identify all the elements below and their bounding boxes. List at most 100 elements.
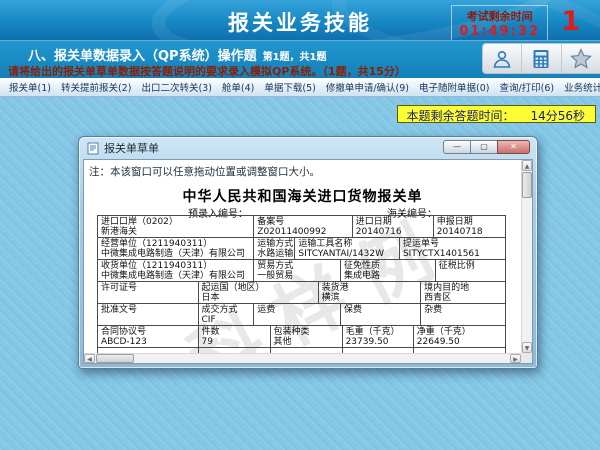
favorite-button[interactable]: [562, 44, 600, 73]
exam-timer-label: 考试剩余时间: [459, 8, 540, 24]
form-cell: 杂费: [421, 304, 505, 325]
field-label: 贸易方式: [257, 261, 337, 271]
field-label: 征免性质: [344, 261, 432, 271]
field-value: 新港海关: [101, 227, 250, 237]
user-icon: [492, 49, 512, 69]
field-label: 进口日期: [356, 217, 430, 227]
form-cell: 收货单位（1211940311）中微集成电路制造（天津）有限公司: [98, 260, 254, 281]
field-label: 起运国（地区）: [202, 283, 315, 293]
window-body: 科样例 注：本该窗口可以任意拖动位置或调整窗口大小。 中华人民共和国海关进口货物…: [83, 159, 533, 364]
field-value: 20140718: [437, 227, 502, 237]
calculator-icon: [532, 49, 550, 69]
form-cell: 境内目的地西青区: [421, 282, 505, 303]
scroll-up-icon[interactable]: ▲: [522, 160, 532, 171]
form-cell: 贸易方式一般贸易: [254, 260, 341, 281]
question-timer-label: 本题剩余答题时间：: [406, 109, 514, 123]
close-button[interactable]: ✕: [497, 140, 530, 154]
field-label: 装货港: [322, 283, 418, 293]
field-label: 许可证号: [101, 283, 195, 293]
form-row: 许可证号起运国（地区）日本装货港横滨境内目的地西青区: [98, 282, 505, 304]
field-label: 批准文号: [101, 305, 195, 315]
scroll-right-icon[interactable]: ▶: [510, 354, 521, 363]
user-button[interactable]: [483, 44, 522, 73]
field-label: 运费: [257, 305, 337, 315]
app-header: 报关业务技能 考试剩余时间 01:49:32 1: [0, 0, 600, 40]
field-label: 件数: [202, 327, 267, 337]
form-cell: 运输方式水路运输: [254, 238, 295, 259]
field-value: CIF: [202, 315, 251, 325]
form-row: 收货单位（1211940311）中微集成电路制造（天津）有限公司贸易方式一般贸易…: [98, 260, 505, 282]
field-value: 中微集成电路制造（天津）有限公司: [101, 271, 250, 281]
exam-timer: 考试剩余时间 01:49:32: [451, 5, 548, 40]
field-value: 20140716: [356, 227, 430, 237]
field-value: 其他: [274, 337, 339, 347]
form-cell: 件数79: [199, 326, 271, 347]
field-label: 净重（千克）: [417, 327, 502, 337]
scroll-left-icon[interactable]: ◀: [84, 354, 95, 363]
form-cell: 净重（千克）22649.50: [414, 326, 505, 347]
horizontal-scrollbar[interactable]: ◀ ▶: [84, 353, 521, 363]
form-cell: 备案号Z02011400992: [254, 216, 352, 237]
document-icon: [87, 142, 99, 155]
toolbar-icon-panel: [482, 43, 600, 74]
window-title-bar[interactable]: 报关单草单 — ▢ ✕: [79, 137, 537, 159]
field-label: 成交方式: [202, 305, 251, 315]
star-icon: [570, 48, 592, 69]
form-cell: 征税比例: [436, 260, 505, 281]
field-value: SITCYANTAI/1432W: [298, 249, 396, 259]
window-note: 注：本该窗口可以任意拖动位置或调整窗口大小。: [89, 164, 320, 179]
menu-item[interactable]: 电子随附单据(0): [414, 80, 494, 94]
task-bar: 八、报关单数据录入（QP系统）操作题第1题，共1题 请将给出的报关单草单数据按答…: [0, 40, 600, 78]
field-label: 收货单位（1211940311）: [101, 261, 250, 271]
menu-item[interactable]: 出口二次转关(3): [136, 80, 216, 94]
form-row: 合同协议号ABCD-123 件数79包装种类其他毛重（千克）23739.50净重（…: [98, 326, 505, 348]
menu-item[interactable]: 单据下载(5): [259, 80, 320, 94]
horizontal-scroll-thumb[interactable]: [96, 354, 134, 363]
form-row: 进口口岸（0202）新港海关备案号Z02011400992进口日期2014071…: [98, 216, 505, 238]
field-label: 运输方式: [257, 239, 291, 249]
question-timer-banner: 本题剩余答题时间： 14分56秒: [397, 105, 596, 123]
declaration-table: 进口口岸（0202）新港海关备案号Z02011400992进口日期2014071…: [97, 215, 506, 353]
question-number-badge: 1: [561, 6, 580, 37]
menu-item[interactable]: 报关单(1): [4, 80, 56, 94]
menu-item[interactable]: 查询/打印(6): [494, 80, 559, 94]
calculator-button[interactable]: [522, 44, 561, 73]
task-heading-text: 八、报关单数据录入（QP系统）操作题: [28, 49, 257, 64]
form-cell: 进口日期20140716: [353, 216, 434, 237]
draft-declaration-window: 报关单草单 — ▢ ✕ 科样例 注：本该窗口可以任意拖动位置或调整窗口大小。 中…: [78, 136, 538, 369]
menu-item[interactable]: 转关提前报关(2): [56, 80, 136, 94]
vertical-scrollbar[interactable]: ▲ ▼: [521, 160, 532, 353]
field-value: 一般贸易: [257, 271, 337, 281]
task-heading: 八、报关单数据录入（QP系统）操作题第1题，共1题: [28, 45, 327, 64]
field-value: 中微集成电路制造（天津）有限公司: [101, 249, 250, 259]
field-label: 运输工具名称: [298, 239, 396, 249]
form-cell: 经营单位（1211940311）中微集成电路制造（天津）有限公司: [98, 238, 254, 259]
form-cell: 运输工具名称SITCYANTAI/1432W: [295, 238, 400, 259]
minimize-button[interactable]: —: [443, 140, 470, 154]
vertical-scroll-thumb[interactable]: [522, 172, 532, 198]
form-cell: 运费: [254, 304, 341, 325]
question-timer-value: 14分56秒: [530, 109, 585, 123]
form-cell: 进口口岸（0202）新港海关: [98, 216, 254, 237]
menu-item[interactable]: 舱单(4): [217, 80, 259, 94]
scrollbar-corner: [521, 353, 532, 363]
declaration-form-title: 中华人民共和国海关进口货物报关单: [84, 186, 521, 206]
field-value: Z02011400992: [257, 227, 348, 237]
maximize-button[interactable]: ▢: [470, 140, 497, 154]
menu-item[interactable]: 业务统计(7): [559, 80, 600, 94]
caption-buttons: — ▢ ✕: [443, 140, 530, 154]
field-label: 合同协议号: [101, 327, 195, 337]
form-cell: 包装种类其他: [271, 326, 343, 347]
scroll-down-icon[interactable]: ▼: [522, 342, 532, 353]
field-value: ABCD-123: [101, 337, 195, 347]
field-label: 保费: [344, 305, 417, 315]
field-value: SITYCTX1401561: [403, 249, 502, 259]
exam-application: 报关业务技能 考试剩余时间 01:49:32 1 八、报关单数据录入（QP系统）…: [0, 0, 600, 450]
form-cell: 毛重（千克）23739.50: [343, 326, 414, 347]
field-value: 日本: [202, 293, 315, 303]
field-label: 提运单号: [403, 239, 502, 249]
menu-item[interactable]: 修撤单申请/确认(9): [321, 80, 414, 94]
form-cell: 许可证号: [98, 282, 199, 303]
field-label: 毛重（千克）: [346, 327, 410, 337]
exam-timer-value: 01:49:32: [459, 24, 540, 39]
